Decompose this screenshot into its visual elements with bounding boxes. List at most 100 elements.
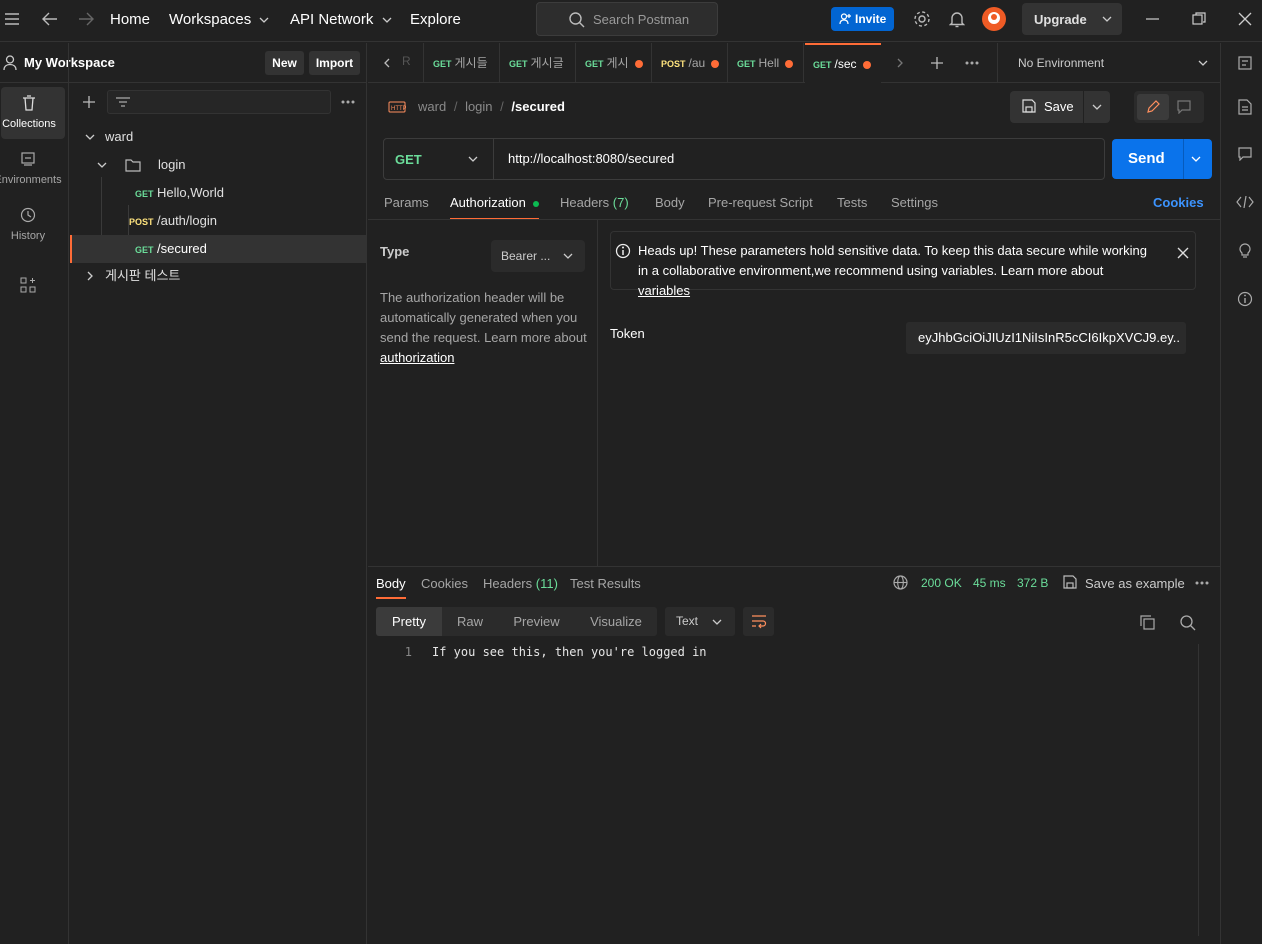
back-arrow-icon[interactable] bbox=[42, 12, 58, 26]
comments-icon[interactable] bbox=[1238, 147, 1252, 161]
breadcrumb-folder[interactable]: login bbox=[465, 99, 492, 114]
bell-icon[interactable] bbox=[949, 10, 965, 28]
documentation-icon[interactable] bbox=[1238, 99, 1252, 115]
response-body-text[interactable]: If you see this, then you're logged in bbox=[432, 645, 707, 659]
lightbulb-icon[interactable] bbox=[1238, 242, 1252, 258]
menu-icon[interactable] bbox=[5, 13, 19, 25]
response-tab-cookies[interactable]: Cookies bbox=[421, 576, 468, 591]
response-tab-headers-count: (11) bbox=[535, 576, 558, 591]
format-label: Text bbox=[676, 614, 699, 628]
nav-explore[interactable]: Explore bbox=[410, 11, 461, 28]
tab-request[interactable]: GET 게시들 bbox=[433, 43, 497, 83]
nav-api-network[interactable]: API Network bbox=[290, 11, 392, 28]
request-secured[interactable]: GET /secured bbox=[70, 235, 367, 263]
chevron-right-icon[interactable] bbox=[897, 58, 903, 68]
gear-icon[interactable] bbox=[913, 10, 931, 28]
response-size[interactable]: 372 B bbox=[1017, 576, 1048, 590]
response-tab-body[interactable]: Body bbox=[376, 576, 406, 599]
response-options-icon[interactable] bbox=[1195, 581, 1209, 585]
save-button[interactable]: Save bbox=[1010, 91, 1083, 123]
nav-home[interactable]: Home bbox=[110, 11, 150, 28]
comment-mode-icon[interactable] bbox=[1177, 100, 1191, 114]
rail-environments[interactable]: Environments bbox=[0, 145, 64, 197]
filter-input[interactable] bbox=[107, 90, 331, 114]
response-tab-test-results[interactable]: Test Results bbox=[570, 576, 641, 591]
add-tab-icon[interactable] bbox=[930, 56, 944, 70]
nav-workspaces[interactable]: Workspaces bbox=[169, 11, 269, 28]
minimize-icon[interactable] bbox=[1146, 18, 1160, 20]
token-input[interactable]: eyJhbGciOiJIUzI1NiIsInR5cCI6IkpXVCJ9.ey.… bbox=[906, 322, 1186, 354]
search-icon[interactable] bbox=[1180, 615, 1196, 631]
rail-history[interactable]: History bbox=[0, 201, 64, 253]
view-raw[interactable]: Raw bbox=[442, 607, 498, 636]
tab-request[interactable]: GET 게시글 bbox=[509, 43, 573, 83]
edit-mode-button[interactable] bbox=[1137, 94, 1169, 120]
tab-request-active[interactable]: GET/sec bbox=[805, 43, 881, 83]
collection-board-test[interactable]: 게시판 테스트 bbox=[70, 262, 367, 290]
tab-request[interactable]: POST/au bbox=[661, 43, 725, 83]
tab-headers[interactable]: Headers (7) bbox=[560, 195, 629, 210]
url-input[interactable]: http://localhost:8080/secured bbox=[508, 151, 674, 166]
scrollbar-track[interactable] bbox=[1198, 644, 1199, 936]
chevron-left-icon[interactable] bbox=[384, 58, 390, 68]
tab-divider bbox=[575, 43, 576, 83]
chevron-down-icon[interactable] bbox=[1092, 104, 1102, 110]
authorization-link[interactable]: authorization bbox=[380, 350, 454, 365]
request-hello-world[interactable]: GET Hello,World bbox=[70, 179, 367, 207]
auth-type-select[interactable]: Bearer ... bbox=[491, 240, 585, 272]
invite-button[interactable]: Invite bbox=[831, 7, 894, 31]
globe-icon[interactable] bbox=[893, 575, 908, 590]
environment-quicklook-icon[interactable] bbox=[1238, 56, 1252, 70]
tab-method: GET bbox=[433, 59, 452, 69]
request-auth-login[interactable]: POST /auth/login bbox=[70, 207, 367, 235]
rail-collections[interactable]: Collections bbox=[1, 87, 65, 139]
chevron-down-icon[interactable] bbox=[1191, 156, 1201, 162]
close-window-icon[interactable] bbox=[1238, 12, 1252, 26]
response-tab-headers-label: Headers bbox=[483, 576, 533, 591]
folder-login[interactable]: login bbox=[70, 151, 367, 179]
breadcrumb-collection[interactable]: ward bbox=[418, 99, 446, 114]
tab-options-icon[interactable] bbox=[965, 61, 979, 65]
response-tab-headers[interactable]: Headers (11) bbox=[483, 576, 558, 591]
tab-settings[interactable]: Settings bbox=[891, 195, 938, 210]
apps-grid-icon[interactable] bbox=[20, 277, 36, 293]
collection-ward[interactable]: ward bbox=[70, 123, 367, 151]
tab-authorization-label: Authorization bbox=[450, 195, 526, 210]
variables-link[interactable]: variables bbox=[638, 283, 690, 298]
tab-divider bbox=[727, 43, 728, 83]
tab-tests[interactable]: Tests bbox=[837, 195, 867, 210]
wrap-lines-button[interactable] bbox=[743, 607, 774, 636]
more-options-icon[interactable] bbox=[341, 100, 355, 104]
status-code[interactable]: 200 OK bbox=[921, 576, 962, 590]
close-icon[interactable] bbox=[1177, 247, 1189, 259]
view-visualize[interactable]: Visualize bbox=[575, 607, 657, 636]
format-select[interactable]: Text bbox=[665, 607, 735, 636]
response-time[interactable]: 45 ms bbox=[973, 576, 1006, 590]
forward-arrow-icon[interactable] bbox=[78, 12, 94, 26]
tab-prerequest-script[interactable]: Pre-request Script bbox=[708, 195, 813, 210]
tab-request[interactable]: GET 게시 bbox=[585, 43, 649, 83]
tab-divider bbox=[499, 43, 500, 83]
tab-params[interactable]: Params bbox=[384, 195, 429, 210]
environment-select[interactable]: No Environment bbox=[999, 43, 1220, 83]
cookies-link[interactable]: Cookies bbox=[1153, 195, 1204, 210]
restore-icon[interactable] bbox=[1192, 12, 1206, 26]
request-name: /secured bbox=[157, 241, 207, 256]
search-input[interactable]: Search Postman bbox=[536, 2, 718, 36]
view-preview[interactable]: Preview bbox=[498, 607, 575, 636]
upgrade-button[interactable]: Upgrade bbox=[1022, 3, 1122, 35]
code-icon[interactable] bbox=[1236, 196, 1254, 208]
tab-request[interactable]: GET Hell bbox=[737, 43, 801, 83]
nav-api-network-label: API Network bbox=[290, 11, 374, 28]
tab-authorization[interactable]: Authorization bbox=[450, 195, 539, 220]
add-icon[interactable] bbox=[82, 95, 96, 109]
sensitive-data-alert: Heads up! These parameters hold sensitiv… bbox=[610, 231, 1196, 298]
avatar[interactable] bbox=[982, 7, 1006, 31]
view-pretty[interactable]: Pretty bbox=[376, 607, 442, 636]
copy-icon[interactable] bbox=[1140, 615, 1155, 630]
info-icon[interactable] bbox=[1237, 291, 1253, 307]
method-select[interactable]: GET bbox=[384, 139, 494, 179]
tab-body[interactable]: Body bbox=[655, 195, 685, 210]
right-rail bbox=[1220, 43, 1262, 944]
send-button[interactable]: Send bbox=[1112, 139, 1183, 179]
